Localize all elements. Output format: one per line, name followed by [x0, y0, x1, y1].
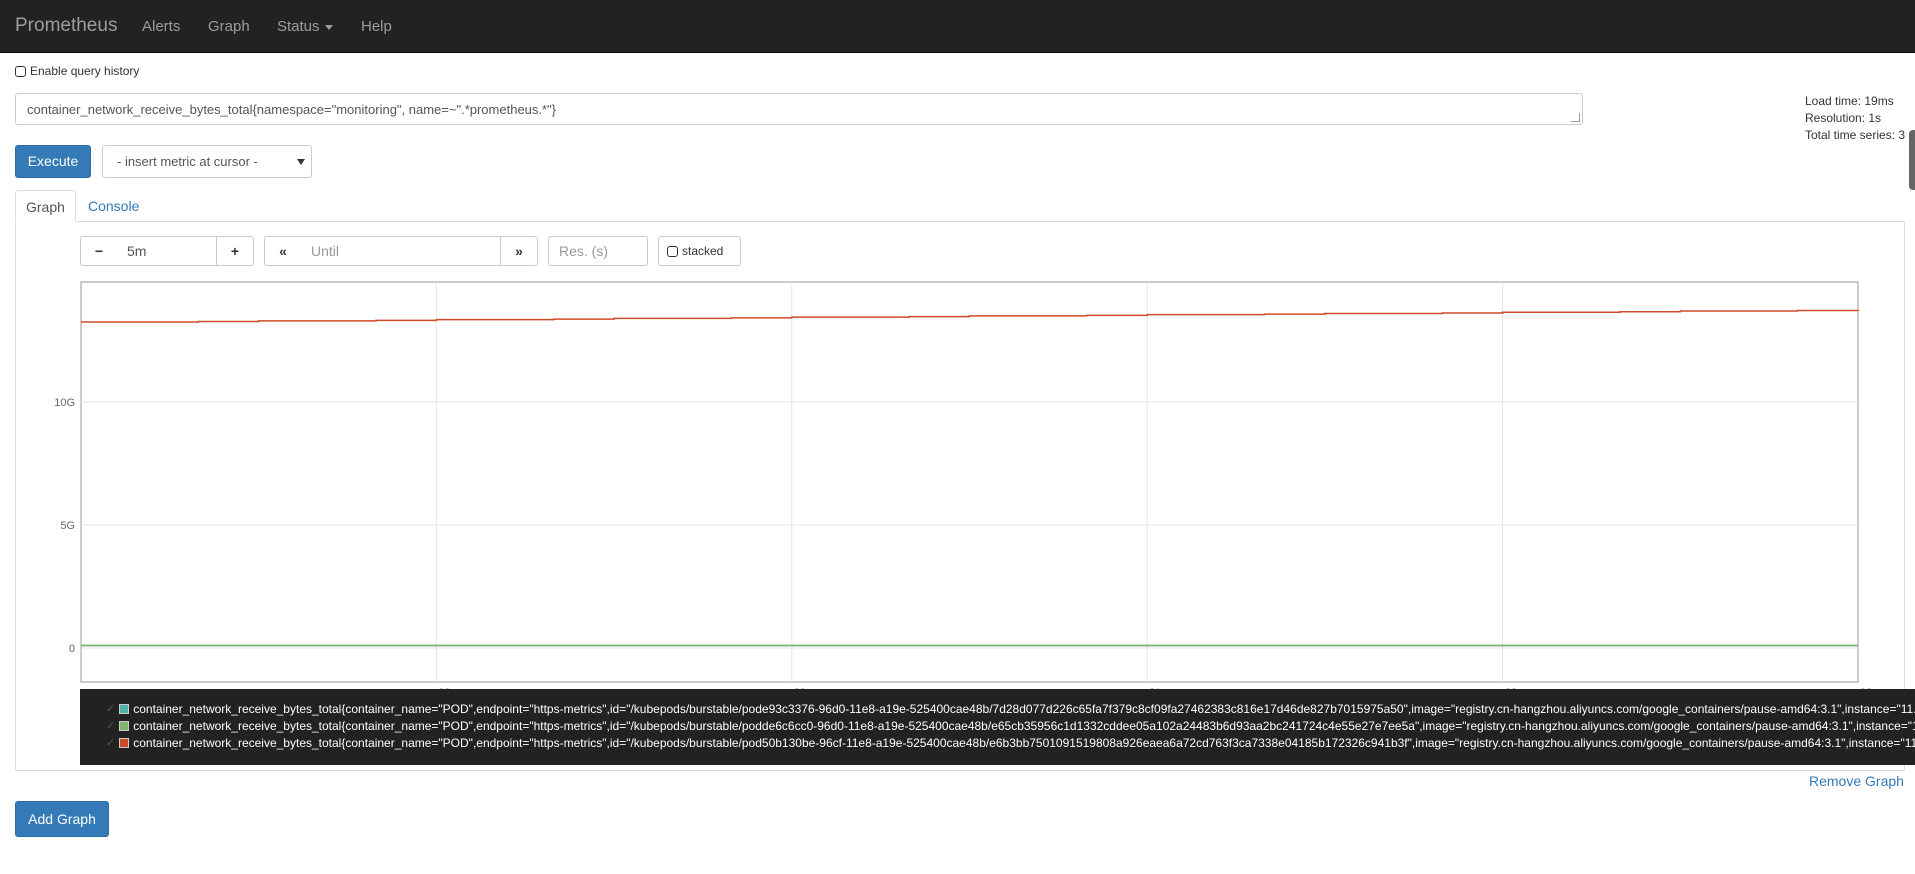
legend-item[interactable]: ✓ container_network_receive_bytes_total{… — [106, 701, 1915, 717]
remove-graph-link[interactable]: Remove Graph — [1809, 773, 1904, 789]
legend-item[interactable]: ✓ container_network_receive_bytes_total{… — [106, 718, 1915, 734]
legend-swatch — [119, 738, 130, 748]
check-icon: ✓ — [106, 703, 116, 715]
legend-item[interactable]: ✓ container_network_receive_bytes_total{… — [106, 735, 1915, 751]
legend-text: container_network_receive_bytes_total{co… — [133, 736, 1915, 750]
legend-text: container_network_receive_bytes_total{co… — [133, 719, 1915, 733]
add-graph-button[interactable]: Add Graph — [15, 801, 109, 837]
check-icon: ✓ — [106, 737, 116, 749]
tab-graph[interactable]: Graph — [15, 190, 76, 222]
legend-swatch — [119, 721, 130, 731]
check-icon: ✓ — [106, 720, 116, 732]
legend-text: container_network_receive_bytes_total{co… — [133, 702, 1915, 716]
y-tick-label: 10G — [54, 397, 75, 409]
graph-legend: ✓ container_network_receive_bytes_total{… — [80, 689, 1915, 765]
y-tick-label: 0 — [69, 643, 75, 655]
plot-area — [80, 281, 1859, 683]
legend-swatch — [119, 704, 130, 714]
graph-chart[interactable]: 293031323305G10G — [0, 0, 1915, 690]
y-tick-label: 5G — [60, 520, 75, 532]
